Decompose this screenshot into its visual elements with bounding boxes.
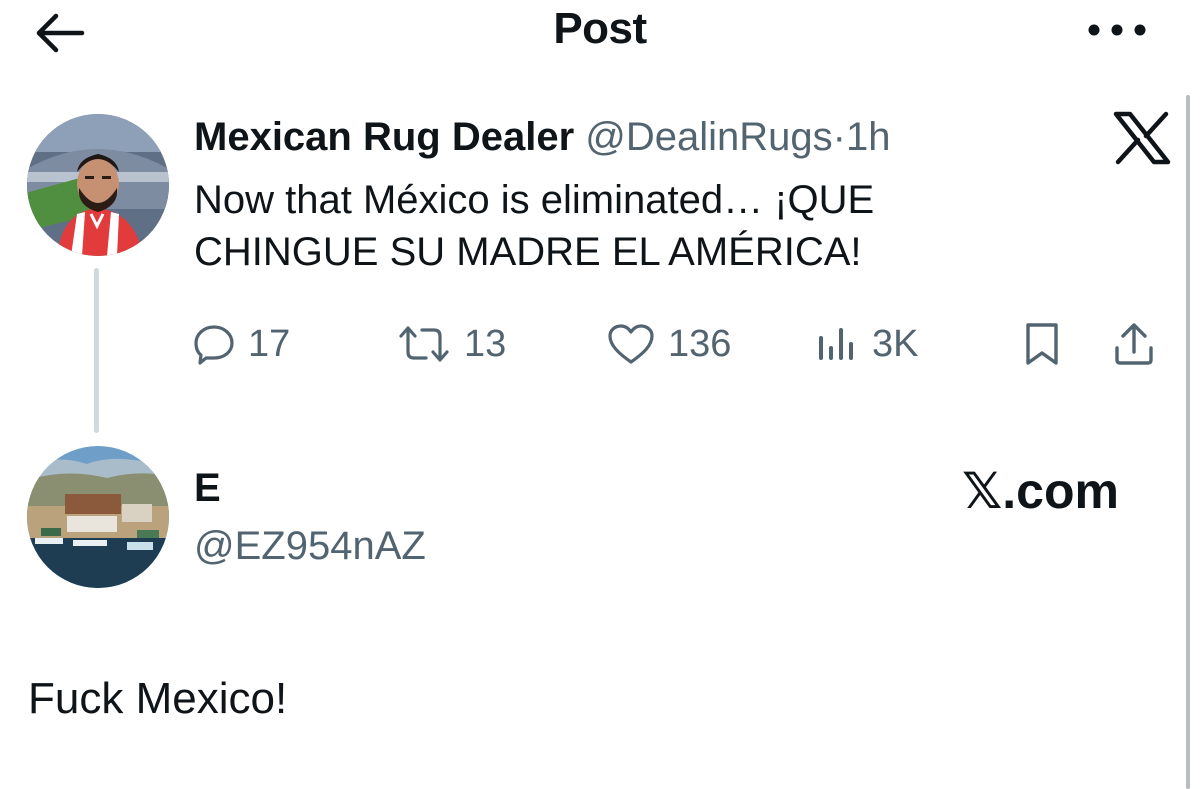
retweet-count: 13 bbox=[464, 322, 507, 365]
views-chart-icon bbox=[819, 328, 853, 360]
scrollbar[interactable] bbox=[1186, 95, 1190, 789]
like-count: 136 bbox=[668, 322, 732, 365]
more-horizontal-icon bbox=[1088, 24, 1146, 36]
thread-connector-line bbox=[94, 268, 99, 433]
reply-text: Fuck Mexico! bbox=[28, 674, 288, 723]
views-button[interactable]: 3K bbox=[814, 316, 918, 372]
xcom-watermark: 𝕏.com bbox=[962, 463, 1119, 519]
tweet-header: Mexican Rug Dealer @DealinRugs·1h bbox=[194, 112, 890, 162]
author-display-name[interactable]: Mexican Rug Dealer bbox=[194, 115, 574, 159]
heart-icon bbox=[608, 324, 654, 364]
like-button[interactable]: 136 bbox=[606, 316, 731, 372]
tweet-text-line-1: Now that México is eliminated… ¡QUE bbox=[194, 178, 875, 222]
bookmark-icon bbox=[1026, 323, 1058, 365]
bookmark-button[interactable] bbox=[1020, 316, 1076, 372]
reply-icon bbox=[194, 325, 234, 365]
share-button[interactable] bbox=[1110, 316, 1170, 372]
views-count: 3K bbox=[872, 322, 919, 365]
reply-display-name[interactable]: E bbox=[194, 466, 221, 511]
retweet-button[interactable]: 13 bbox=[396, 316, 506, 372]
reply-avatar[interactable] bbox=[27, 446, 169, 588]
avatar[interactable] bbox=[27, 114, 169, 256]
author-handle[interactable]: @DealinRugs bbox=[585, 115, 832, 159]
reply-count: 17 bbox=[248, 322, 291, 365]
share-icon bbox=[1115, 323, 1153, 365]
x-logo-button[interactable] bbox=[1110, 110, 1174, 166]
tweet-timestamp[interactable]: 1h bbox=[846, 115, 891, 159]
x-logo-icon bbox=[1113, 111, 1171, 165]
reply-button[interactable]: 17 bbox=[192, 316, 290, 372]
tweet-text: Now that México is eliminated… ¡QUE CHIN… bbox=[194, 174, 1094, 278]
retweet-icon bbox=[399, 326, 449, 362]
tweet-text-line-2: CHINGUE SU MADRE EL AMÉRICA! bbox=[194, 230, 862, 274]
profile-photo bbox=[27, 114, 169, 256]
page-title: Post bbox=[553, 4, 647, 53]
separator-dot: · bbox=[832, 115, 846, 159]
top-bar: Post bbox=[0, 0, 1200, 70]
reply-profile-photo bbox=[27, 446, 169, 588]
reply-handle[interactable]: @EZ954nAZ bbox=[194, 524, 426, 569]
more-options-button[interactable] bbox=[1082, 10, 1152, 50]
